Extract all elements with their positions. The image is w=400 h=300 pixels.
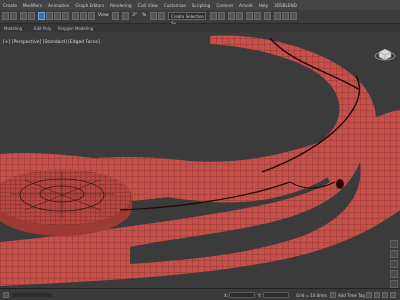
undo-icon[interactable] [2,12,9,20]
viewport-canvas[interactable] [0,32,400,288]
spinner-snap-icon[interactable] [150,12,157,20]
add-time-tag-label[interactable]: Add Time Tag [338,293,365,298]
mirror-icon[interactable] [210,12,217,20]
select-by-name-icon[interactable] [46,12,53,20]
menu-item-rendering[interactable]: Rendering [110,3,131,8]
viewport-label[interactable]: [+] [Perspective] [Standard] [Edged Face… [3,40,100,45]
link-icon[interactable] [20,12,27,20]
reference-coordinate-label[interactable]: View [98,13,109,18]
scale-icon[interactable] [88,12,95,20]
status-bar: X: Y: Grid = 10.0mm Add Time Tag [0,288,400,300]
redo-icon[interactable] [10,12,17,20]
material-editor-icon[interactable] [264,12,271,20]
menu-item-animation[interactable]: Animation [48,3,69,8]
render-setup-icon[interactable] [274,12,281,20]
menu-item-help[interactable]: Help [259,3,269,8]
perspective-viewport[interactable]: [+] [Perspective] [Standard] [Edged Face… [0,32,400,288]
viewport-nav-strip [388,32,400,288]
lock-selection-icon[interactable] [3,292,9,298]
ribbon-tab-polygon-modeling[interactable]: Polygon Modeling [58,26,93,31]
coord-x-field[interactable] [229,292,255,298]
menu-item-arnold[interactable]: Arnold [239,3,253,8]
selection-set-dropdown[interactable]: Create Selection Se [168,12,206,26]
unlink-icon[interactable] [28,12,35,20]
coord-x-label: X: [224,293,229,298]
ribbon-tab-edit-poly[interactable]: Edit Poly [34,26,51,31]
menu-item-3dsblend[interactable]: 3DSBLEND [274,3,297,8]
menu-item-modifiers[interactable]: Modifiers [23,3,42,8]
ribbon-tabs: Modeling Edit Poly Polygon Modeling [0,24,400,32]
next-frame-icon[interactable] [390,292,396,298]
snap-toggle-icon[interactable] [122,12,129,20]
schematic-view-icon[interactable] [254,12,261,20]
coord-y-label: Y: [258,293,262,298]
ribbon-tab-modeling[interactable]: Modeling [4,26,22,31]
align-icon[interactable] [218,12,225,20]
maxscript-listener-field[interactable] [12,293,52,297]
key-mode-icon[interactable] [374,292,380,298]
menu-item-graph-editors[interactable]: Graph Editors [75,3,104,8]
menu-bar: Create Modifiers Animation Graph Editors… [0,0,400,10]
grid-size-label: Grid = 10.0mm [296,293,327,298]
zoom-all-icon[interactable] [390,250,398,258]
mesh-notch-hole [336,179,344,189]
zoom-icon[interactable] [390,240,398,248]
menu-item-scripting[interactable]: Scripting [192,3,211,8]
coord-y-field[interactable] [263,292,289,298]
window-crossing-icon[interactable] [62,12,69,20]
menu-item-civil-view[interactable]: Civil View [138,3,158,8]
menu-item-customize[interactable]: Customize [164,3,186,8]
edit-named-selection-icon[interactable] [158,12,165,20]
curve-editor-icon[interactable] [246,12,253,20]
pivot-icon[interactable] [112,12,119,20]
scene-explorer-icon[interactable] [228,12,235,20]
render-production-icon[interactable] [290,12,297,20]
percent-snap-label[interactable]: % [142,13,146,18]
time-config-icon[interactable] [382,292,388,298]
rotate-icon[interactable] [80,12,87,20]
rectangular-selection-icon[interactable] [54,12,61,20]
move-icon[interactable] [72,12,79,20]
pan-icon[interactable] [390,260,398,268]
select-object-icon[interactable] [38,12,45,20]
add-time-tag-icon[interactable] [330,292,336,298]
menu-item-create[interactable]: Create [3,3,17,8]
rendered-frame-window-icon[interactable] [282,12,289,20]
main-toolbar: View 3° % Create Selection Se [0,10,400,26]
orbit-icon[interactable] [390,270,398,278]
menu-item-content[interactable]: Content [216,3,233,8]
maximize-viewport-icon[interactable] [390,280,398,288]
play-icon[interactable] [366,292,372,298]
layer-explorer-icon[interactable] [236,12,243,20]
angle-snap-label[interactable]: 3° [132,13,137,18]
